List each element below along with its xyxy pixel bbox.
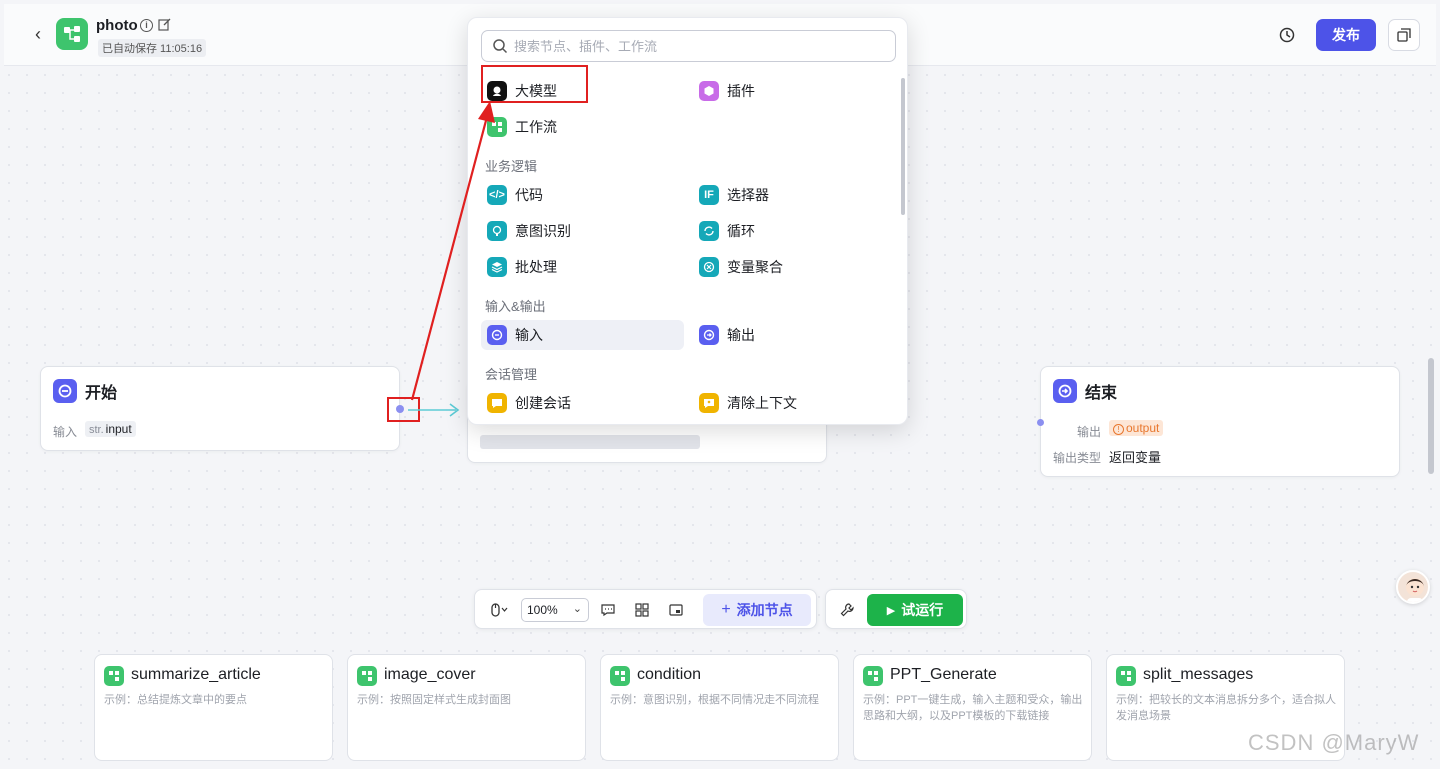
workflow-icon [104, 666, 124, 686]
plugin-icon [699, 81, 719, 101]
menu-item-code[interactable]: </> 代码 [481, 180, 681, 210]
menu-item-input[interactable]: 输入 [481, 320, 684, 350]
end-node-title: 结束 [1085, 385, 1118, 402]
play-icon: ▶ [886, 604, 896, 617]
app-title: photo [96, 17, 138, 34]
menu-item-aggregate[interactable]: 变量聚合 [693, 252, 893, 282]
minimap-button[interactable] [665, 599, 687, 621]
info-icon[interactable]: i [140, 19, 153, 32]
menu-item-batch[interactable]: 批处理 [481, 252, 681, 282]
test-run-button[interactable]: ▶ 试运行 [867, 594, 963, 626]
start-input-label: 输入 [53, 425, 78, 439]
input-name: input [105, 422, 132, 436]
workflow-icon [1116, 666, 1136, 686]
layout-icon [635, 603, 649, 617]
input-type: str. [89, 424, 104, 436]
menu-item-output[interactable]: 输出 [693, 320, 893, 350]
template-title: image_cover [384, 666, 476, 683]
annotation-arrow [410, 101, 495, 401]
search-field[interactable] [481, 30, 896, 62]
canvas-scrollbar[interactable] [1428, 358, 1434, 474]
clear-context-icon [699, 393, 719, 413]
aggregate-icon [699, 257, 719, 277]
menu-item-intent[interactable]: 意图识别 [481, 216, 681, 246]
end-output-tag: ! output [1109, 420, 1164, 436]
end-node-icon [1053, 379, 1077, 403]
popup-scrollbar[interactable] [901, 78, 905, 215]
menu-item-create-chat[interactable]: 创建会话 [481, 388, 681, 418]
template-card[interactable]: image_cover 示例：按照固定样式生成封面图 [347, 654, 586, 761]
duplicate-icon [1397, 28, 1411, 42]
plus-icon: + [721, 601, 731, 618]
end-output-type-value[interactable]: 返回变量 [1109, 447, 1161, 466]
back-button[interactable]: ‹ [28, 24, 48, 44]
publish-button[interactable]: 发布 [1316, 19, 1376, 51]
menu-item-selector[interactable]: IF 选择器 [693, 180, 893, 210]
mouse-icon [491, 603, 508, 617]
zoom-select[interactable]: 100% ⌄ [521, 598, 589, 622]
menu-item-plugin[interactable]: 插件 [693, 76, 893, 106]
template-desc: 示例：按照固定样式生成封面图 [357, 694, 511, 706]
template-title: summarize_article [131, 666, 261, 683]
duplicate-button[interactable] [1388, 19, 1420, 51]
template-card[interactable]: PPT_Generate 示例：PPT一键生成，输入主题和受众，输出思路和大纲，… [853, 654, 1092, 761]
end-node[interactable]: 结束 输出 ! output 输出类型 返回变量 [1040, 366, 1400, 477]
comment-icon [601, 604, 615, 617]
minimap-icon [669, 604, 683, 616]
start-node[interactable]: 开始 输入 str. input [40, 366, 400, 451]
autosave-status: 已自动保存 11:05:16 [98, 39, 207, 57]
output-icon [699, 325, 719, 345]
canvas-toolbar: 100% ⌄ + 添加节点 [474, 589, 817, 629]
template-desc: 示例：把较长的文本消息拆分多个，适合拟人发消息场景 [1116, 694, 1336, 722]
menu-item-loop[interactable]: 循环 [693, 216, 893, 246]
assistant-avatar[interactable] [1396, 570, 1430, 604]
workflow-icon [610, 666, 630, 686]
template-title: condition [637, 666, 702, 683]
history-icon[interactable] [1278, 26, 1296, 44]
workflow-icon [863, 666, 883, 686]
template-card[interactable]: condition 示例：意图识别，根据不同情况走不同流程 [600, 654, 839, 761]
end-output-label: 输出 [1077, 425, 1102, 439]
template-desc: 示例：意图识别，根据不同情况走不同流程 [610, 694, 819, 706]
if-icon: IF [699, 185, 719, 205]
start-node-title: 开始 [85, 385, 118, 402]
comment-button[interactable] [597, 599, 619, 621]
workflow-app-icon [56, 18, 88, 50]
template-desc: 示例：总结提炼文章中的要点 [104, 694, 247, 706]
template-title: PPT_Generate [890, 666, 997, 683]
edit-icon[interactable] [158, 18, 172, 32]
watermark: CSDN @MaryW [1248, 730, 1420, 755]
start-input-tag: str. input [85, 421, 136, 437]
warning-icon: ! [1113, 424, 1124, 435]
template-title: split_messages [1143, 666, 1254, 683]
search-icon [493, 39, 508, 54]
pointer-mode-button[interactable] [483, 599, 515, 621]
layout-button[interactable] [631, 599, 653, 621]
menu-item-clear-context[interactable]: 清除上下文 [693, 388, 893, 418]
start-node-icon [53, 379, 77, 403]
debug-settings-button[interactable] [836, 599, 858, 621]
end-input-handle[interactable] [1037, 419, 1044, 426]
template-card[interactable]: summarize_article 示例：总结提炼文章中的要点 [94, 654, 333, 761]
search-input[interactable] [514, 35, 884, 57]
chevron-down-icon: ⌄ [572, 603, 582, 615]
template-desc: 示例：PPT一键生成，输入主题和受众，输出思路和大纲，以及PPT模板的下载链接 [863, 694, 1083, 722]
menu-item-workflow[interactable]: 工作流 [481, 112, 681, 142]
run-toolbar: ▶ 试运行 [825, 589, 967, 629]
add-node-button[interactable]: + 添加节点 [703, 594, 811, 626]
loop-icon [699, 221, 719, 241]
wrench-icon [840, 603, 854, 617]
node-placeholder-bar [480, 435, 700, 449]
end-output-type-label: 输出类型 [1053, 451, 1102, 465]
workflow-icon [357, 666, 377, 686]
